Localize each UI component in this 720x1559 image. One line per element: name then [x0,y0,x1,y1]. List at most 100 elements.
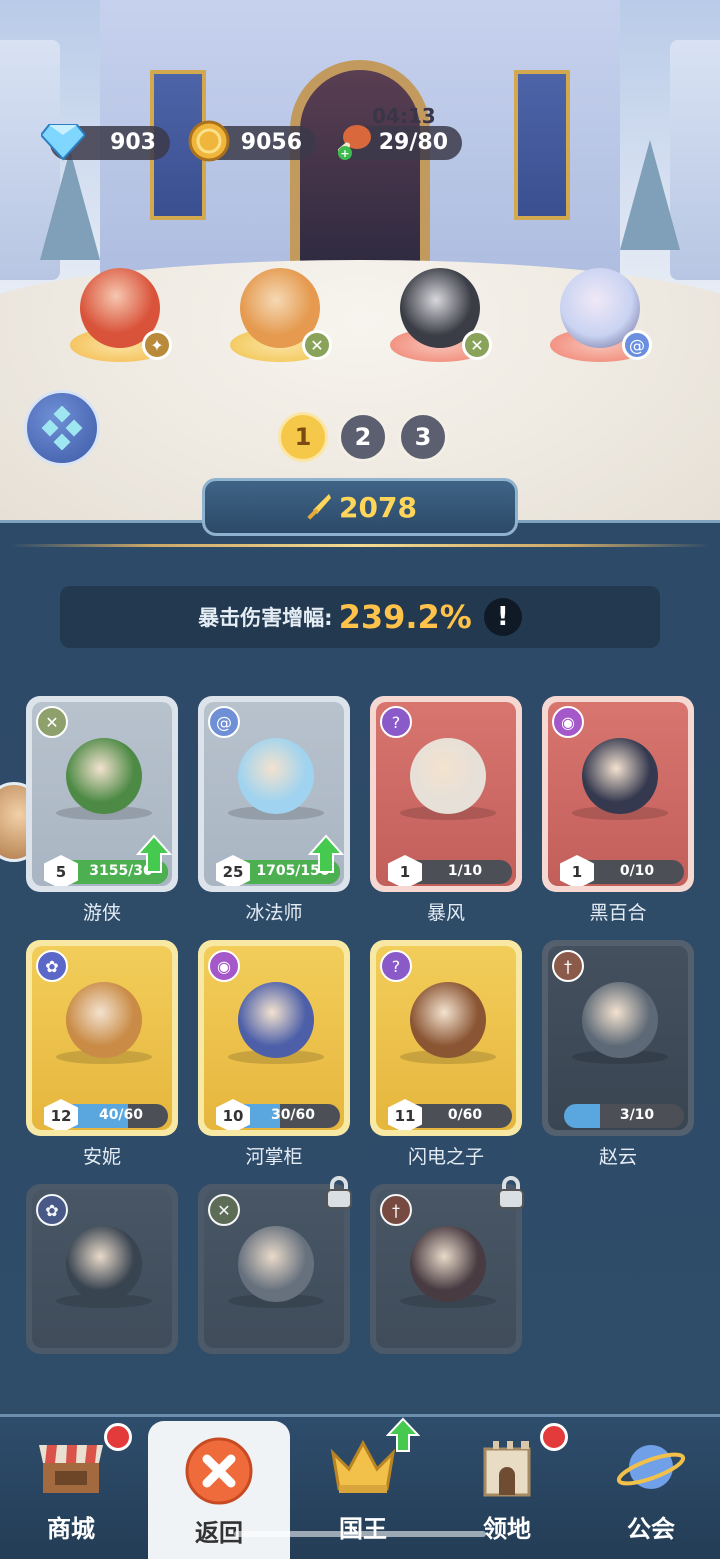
team-tab-3[interactable]: 3 [398,412,448,462]
progress-text: 0/10 [619,863,655,879]
hero-card[interactable]: ◉ 0/10 1 [542,696,694,892]
hero-portrait [582,982,658,1058]
stat-value: 239.2% [338,598,472,636]
nav-king-label: 国王 [339,1515,387,1543]
hero-card[interactable]: ? 0/60 11 [370,940,522,1136]
hero-portrait [238,738,314,814]
coin-icon [186,118,232,164]
hero-card-inner: ✿ 40/60 12 [32,946,172,1130]
lineup-hero-raccoon[interactable]: ✕ [220,250,340,370]
progress-text: 1/10 [447,863,483,879]
hero-card-inner: ? 0/60 11 [376,946,516,1130]
hero-card-inner: ? 1/10 1 [376,702,516,886]
hero-portrait [410,982,486,1058]
svg-text:+: + [340,147,349,160]
hero-card[interactable]: ✿ 40/60 12 [26,940,178,1136]
hero-portrait [66,738,142,814]
upgrade-arrow-icon [308,834,344,873]
diamond-counter[interactable]: 903 [41,124,170,161]
hero-name: 安妮 [82,1146,121,1168]
crosshair-icon: ✕ [462,330,492,360]
diamond-value: 903 [110,130,156,155]
lock-icon [498,1176,524,1209]
hero-card-inner: † 3/10 [548,946,688,1130]
crosshair-icon: ✕ [208,1194,240,1226]
info-button[interactable]: ! [483,598,522,636]
nav-territory[interactable]: 领地 [436,1417,578,1559]
hero-portrait [238,982,314,1058]
nav-king[interactable]: 国王 [292,1417,434,1559]
hero-name: 赵云 [598,1146,637,1168]
formation-icon [41,406,83,450]
hero-shard-progress: 3/10 [564,1104,684,1128]
hero-portrait [582,738,658,814]
team-tab-1[interactable]: 1 [278,412,328,462]
paw-icon: ✿ [36,950,68,982]
upgrade-arrow-icon [136,834,172,873]
hero-card[interactable]: ✕ 3155/30 5 [26,696,178,892]
lineup-hero-mermaid[interactable]: ✦ [60,250,180,370]
hero-card[interactable]: ? 1/10 1 [370,696,522,892]
sword-icon: † [552,950,584,982]
stat-bar: 暴击伤害增幅: 239.2% ! [60,586,660,648]
home-indicator [234,1531,486,1537]
progress-text: 40/60 [98,1107,144,1123]
lineup-hero-fan-girl[interactable]: @ [540,250,660,370]
notification-badge [104,1423,132,1451]
eye-icon: ◉ [552,706,584,738]
crosshair-icon: ✕ [302,330,332,360]
hero-name: 黑百合 [589,902,647,924]
snowy-tree [40,150,100,260]
hero-card[interactable]: † [370,1176,524,1354]
hero-card[interactable]: † 3/10 [542,940,694,1136]
coin-value: 9056 [240,130,302,155]
progress-text: 30/60 [270,1107,316,1123]
crosshair-icon: ✕ [36,706,68,738]
team-power: 2078 [202,478,518,536]
notification-badge [540,1423,568,1451]
hero-card[interactable]: @1705/150 25 [198,696,350,892]
nav-back[interactable]: 返回 [148,1421,290,1559]
panel-divider [10,544,710,547]
castle-icon [477,1441,531,1497]
hero-portrait [66,982,142,1058]
wing-icon: ✦ [142,330,172,360]
stamina-value: 29/80 [378,130,448,155]
formation-button[interactable] [24,390,100,466]
spiral-icon: @ [208,706,240,738]
planet-icon [616,1445,686,1489]
question-icon: ? [380,950,412,982]
hero-card-inner: † [376,1190,516,1348]
progress-text: 0/60 [447,1107,483,1123]
stamina-timer: 04:13 [372,104,436,128]
coin-counter[interactable]: 9056 [188,120,316,162]
paw-icon: ✿ [36,1194,68,1226]
hero-card[interactable]: ✿ [26,1184,178,1354]
hero-card[interactable]: ✕ [198,1176,352,1354]
shop-icon [39,1445,103,1493]
hero-portrait [410,738,486,814]
bottom-nav: 商城 返回 国王 领地 公会 [0,1414,720,1559]
nav-territory-label: 领地 [483,1515,531,1543]
spiral-icon: @ [622,330,652,360]
team-power-value: 2078 [339,490,417,524]
hero-card-inner: ◉ 30/60 10 [204,946,344,1130]
stamina-counter[interactable]: + 29/80 [337,125,462,160]
question-icon: ? [380,706,412,738]
hero-card-inner: ✿ [32,1190,172,1348]
hero-portrait [238,1226,314,1302]
nav-shop[interactable]: 商城 [0,1417,142,1559]
hero-card-inner: ◉ 0/10 1 [548,702,688,886]
hero-card[interactable]: ◉ 30/60 10 [198,940,350,1136]
sword-power-icon [307,494,332,520]
nav-shop-label: 商城 [47,1515,95,1543]
close-icon [185,1437,253,1505]
team-tab-2[interactable]: 2 [338,412,388,462]
hero-name: 冰法师 [245,902,303,924]
hero-name: 河掌柜 [245,1146,303,1168]
hero-name: 闪电之子 [407,1146,484,1168]
meat-icon: + [330,118,376,164]
lineup-hero-husky[interactable]: ✕ [380,250,500,370]
snowy-tree [620,140,680,250]
nav-guild[interactable]: 公会 [580,1417,720,1559]
